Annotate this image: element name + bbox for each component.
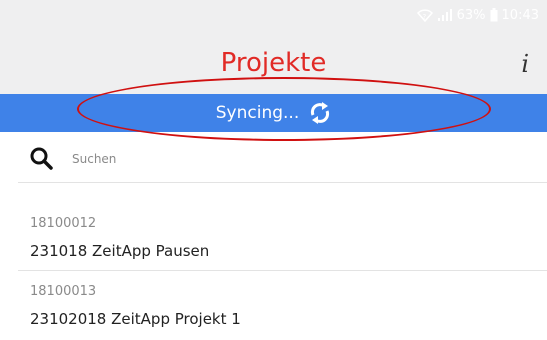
status-icons: ? 63% 10:43	[416, 6, 539, 24]
sync-label: Syncing...	[215, 103, 300, 123]
battery-icon	[490, 8, 498, 22]
app-header: Projekte i	[0, 30, 547, 94]
sync-status-bar: Syncing...	[0, 94, 547, 132]
battery-percent: 63%	[456, 7, 486, 23]
page-title: Projekte	[220, 48, 327, 78]
project-list-item[interactable]: 18100012 231018 ZeitApp Pausen	[0, 200, 547, 271]
sync-icon	[309, 101, 331, 125]
project-name: 231018 ZeitApp Pausen	[30, 242, 210, 260]
project-list-item[interactable]: 18100013 23102018 ZeitApp Projekt 1	[0, 270, 547, 340]
project-number: 18100012	[30, 216, 97, 231]
search-input[interactable]	[70, 143, 514, 175]
signal-icon	[437, 8, 453, 22]
info-icon[interactable]: i	[521, 50, 529, 78]
project-number: 18100013	[30, 284, 97, 299]
search-icon[interactable]	[28, 145, 56, 173]
project-name: 23102018 ZeitApp Projekt 1	[30, 310, 241, 328]
wifi-icon: ?	[416, 8, 433, 22]
svg-text:?: ?	[422, 13, 426, 21]
search-bar	[18, 136, 547, 183]
status-time: 10:43	[501, 7, 539, 23]
status-bar: ? 63% 10:43	[0, 0, 547, 30]
project-list: 18100012 231018 ZeitApp Pausen 18100013 …	[0, 200, 547, 340]
